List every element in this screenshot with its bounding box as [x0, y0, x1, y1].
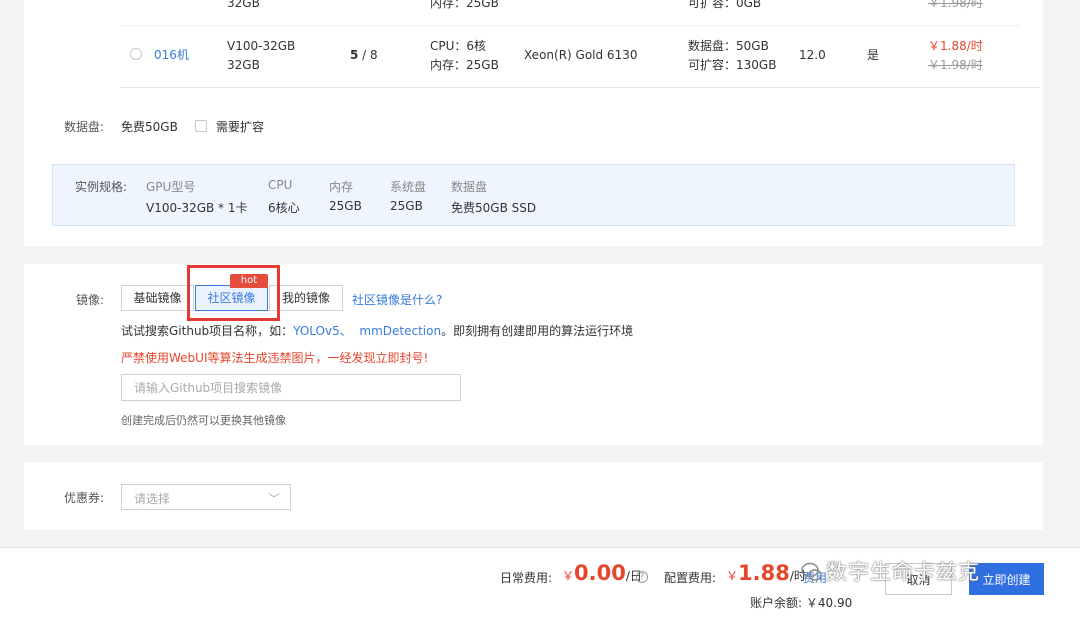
- hint-separator: 、: [339, 324, 352, 338]
- spec-value: V100-32GB * 1卡: [146, 201, 248, 215]
- machine-table: 32GB 内存：25GB 可扩容：0GB ￥1.98/时 016机 V100-3…: [120, 0, 1040, 88]
- balance: 账户余额: ￥40.90: [750, 596, 853, 610]
- original-price: ￥1.98/时: [928, 58, 983, 72]
- supported: 是: [867, 48, 880, 62]
- spec-value: 25GB: [390, 199, 423, 213]
- tab-my-image[interactable]: 我的镜像: [269, 285, 343, 311]
- gpu-memory: 32GB: [227, 0, 260, 10]
- gpu-available: 5 / 8: [350, 48, 378, 62]
- image-card: 镜像: 基础镜像 社区镜像 我的镜像 hot 社区镜像是什么? 试试搜索Gith…: [24, 264, 1043, 445]
- machine-name[interactable]: 016机: [154, 45, 189, 65]
- create-button[interactable]: 立即创建: [969, 563, 1044, 595]
- instance-card: 32GB 内存：25GB 可扩容：0GB ￥1.98/时 016机 V100-3…: [24, 0, 1043, 246]
- hot-badge: hot: [230, 274, 268, 288]
- watermark-text: 数字生命卡兹克: [826, 560, 980, 584]
- expand-checkbox[interactable]: [195, 120, 207, 132]
- image-label: 镜像:: [76, 293, 105, 307]
- spec-header: CPU: [268, 178, 293, 192]
- table-row[interactable]: 016机 V100-32GB 32GB 5 / 8 CPU：6核 内存：25GB…: [120, 26, 1020, 87]
- spec-header: 数据盘: [451, 180, 488, 194]
- what-is-community-link[interactable]: 社区镜像是什么?: [352, 291, 442, 308]
- data-disk: 数据盘：50GB: [688, 39, 769, 53]
- spec-value: 6核心: [268, 201, 300, 215]
- gpu-memory: 32GB: [227, 58, 260, 72]
- spec-summary: 实例规格: GPU型号 CPU 内存 系统盘 数据盘 V100-32GB * 1…: [52, 164, 1015, 226]
- spec-value: 免费50GB SSD: [451, 201, 537, 215]
- chevron-down-icon: ﹀: [267, 492, 280, 506]
- hint-suffix: 。即刻拥有创建即用的算法运行环境: [441, 324, 634, 338]
- expand-label[interactable]: 需要扩容: [216, 118, 264, 135]
- checkout-footer: 日常费用: ￥0.00/日 ? 配置费用: ￥1.88/时 费用 账户余额: ￥…: [0, 547, 1080, 618]
- daily-cost-label: 日常费用:: [500, 571, 553, 585]
- github-search-input[interactable]: [121, 374, 461, 401]
- price: ￥1.88/时: [928, 39, 983, 53]
- spec-label: 实例规格:: [75, 180, 128, 194]
- warning-text: 严禁使用WebUI等算法生成违禁图片，一经发现立即封号!: [121, 351, 429, 365]
- hint-prefix: 试试搜索Github项目名称，如：: [121, 324, 294, 338]
- disk-free: 免费50GB: [121, 120, 178, 134]
- cuda-version: 12.0: [799, 48, 826, 62]
- expandable: 可扩容：0GB: [688, 0, 762, 10]
- coupon-placeholder: 请选择: [134, 492, 171, 506]
- memory: 内存：25GB: [430, 0, 499, 10]
- cpu-model: Xeon(R) Gold 6130: [524, 48, 638, 62]
- gpu-model: V100-32GB: [227, 39, 296, 53]
- config-cost: ￥1.88/时: [726, 561, 806, 585]
- original-price: ￥1.98/时: [928, 0, 983, 10]
- example-yolov5-link[interactable]: YOLOv5: [293, 324, 340, 338]
- example-mmdetection-link[interactable]: mmDetection: [359, 324, 441, 338]
- disk-label: 数据盘:: [64, 120, 105, 134]
- search-hint: 试试搜索Github项目名称，如：YOLOv5、 mmDetection。即刻拥…: [121, 322, 633, 339]
- config-cost-label: 配置费用:: [664, 571, 717, 585]
- coupon-select[interactable]: 请选择 ﹀: [121, 484, 291, 510]
- wechat-icon: [801, 562, 822, 581]
- memory: 内存：25GB: [430, 58, 499, 72]
- coupon-label: 优惠券:: [64, 491, 105, 505]
- table-row[interactable]: 32GB 内存：25GB 可扩容：0GB ￥1.98/时: [120, 0, 1020, 26]
- cpu-cores: CPU：6核: [430, 39, 487, 53]
- coupon-card: 优惠券: 请选择 ﹀: [24, 462, 1043, 530]
- change-image-note: 创建完成后仍然可以更换其他镜像: [121, 414, 286, 427]
- tab-base-image[interactable]: 基础镜像: [121, 285, 194, 311]
- daily-cost: ￥0.00/日: [562, 561, 642, 585]
- select-radio[interactable]: [130, 48, 142, 60]
- spec-header: 系统盘: [390, 180, 427, 194]
- spec-header: GPU型号: [146, 180, 196, 194]
- expandable: 可扩容：130GB: [688, 58, 777, 72]
- spec-value: 25GB: [329, 199, 362, 213]
- spec-header: 内存: [329, 180, 354, 194]
- help-icon[interactable]: ?: [636, 571, 648, 583]
